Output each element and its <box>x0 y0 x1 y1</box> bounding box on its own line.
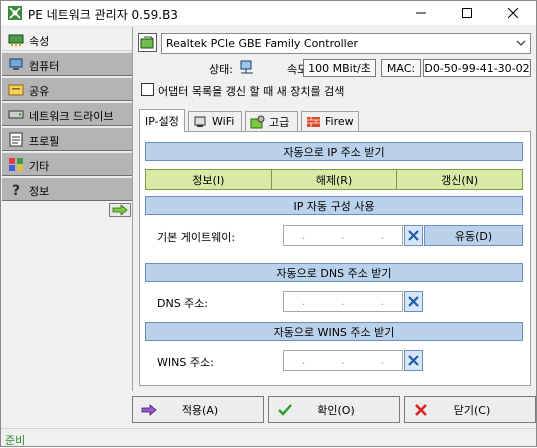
sidebar-arrow-button[interactable] <box>109 203 131 217</box>
sidebar-item-label: 프로필 <box>29 135 60 148</box>
mac-label: MAC: <box>381 59 421 77</box>
sidebar-item-properties[interactable]: 속성 <box>2 27 132 51</box>
tab-ip-settings[interactable]: IP-설정 <box>139 109 185 132</box>
close-button-label: 닫기(C) <box>453 403 491 417</box>
sidebar-item-label: 정보 <box>29 185 50 198</box>
clear-icon <box>408 355 419 366</box>
network-card-icon <box>8 34 24 46</box>
sidebar-item-profile[interactable]: 프로필 <box>2 127 132 151</box>
wifi-adapter-icon <box>194 116 206 127</box>
sidebar-item-info[interactable]: ? 정보 <box>2 177 132 201</box>
maximize-icon <box>462 8 472 18</box>
tab-strip: IP-설정 WiFi 고급 Firew <box>139 109 531 132</box>
minimize-icon <box>416 12 426 14</box>
profile-icon <box>9 132 23 147</box>
apply-button-label: 적용(A) <box>181 403 219 417</box>
tab-wifi[interactable]: WiFi <box>188 111 242 131</box>
clear-dns-button[interactable] <box>404 291 423 312</box>
minimize-button[interactable] <box>398 1 444 25</box>
tab-advanced[interactable]: 고급 <box>245 111 298 131</box>
wins-label: WINS 주소: <box>157 356 214 369</box>
sidebar-item-label: 컴퓨터 <box>29 60 60 73</box>
status-text: 준비 <box>5 434 26 447</box>
network-status-icon <box>240 60 253 74</box>
ok-button-label: 확인(O) <box>317 403 355 417</box>
arrow-right-icon <box>141 403 157 416</box>
mac-value: D0-50-99-41-30-02 <box>423 59 531 77</box>
dns-input[interactable]: ... <box>283 291 403 312</box>
tab-firewall[interactable]: Firew <box>301 111 359 131</box>
app-window: PE 네트워크 관리자 0.59.B3 속성 컴퓨터 공유 네트워크 드라이브 <box>0 0 537 447</box>
dns-label: DNS 주소: <box>157 297 209 310</box>
misc-icon <box>9 158 23 171</box>
adapter-select[interactable]: Realtek PCIe GBE Family Controller <box>161 33 531 54</box>
close-window-button[interactable] <box>490 1 536 25</box>
sidebar-item-share[interactable]: 공유 <box>2 77 132 101</box>
window-title: PE 네트워크 관리자 0.59.B3 <box>28 8 178 22</box>
dynamic-button[interactable]: 유동(D) <box>424 225 523 246</box>
clear-icon <box>408 296 419 307</box>
info-button[interactable]: 정보(I) <box>146 170 272 189</box>
maximize-button[interactable] <box>444 1 490 25</box>
refresh-checkbox[interactable] <box>141 83 154 96</box>
close-icon <box>508 8 518 18</box>
ok-button[interactable]: 확인(O) <box>268 396 400 423</box>
adapter-select-value: Realtek PCIe GBE Family Controller <box>166 37 359 50</box>
tab-label: WiFi <box>212 115 235 128</box>
speed-value: 100 MBit/초 <box>303 59 376 77</box>
gateway-label: 기본 게이트웨이: <box>157 231 236 244</box>
close-icon <box>415 403 427 416</box>
tab-label: Firew <box>325 115 354 128</box>
close-button[interactable]: 닫기(C) <box>404 396 536 423</box>
svg-text:?: ? <box>12 183 20 197</box>
tab-label: 고급 <box>269 115 290 129</box>
auto-config-toggle[interactable]: IP 자동 구성 사용 <box>145 196 523 215</box>
refresh-checkbox-label: 어댑터 목록을 갱신 할 때 새 장치를 검색 <box>158 85 345 98</box>
sidebar-item-misc[interactable]: 기타 <box>2 152 132 176</box>
renew-button[interactable]: 갱신(N) <box>397 170 522 189</box>
sidebar: 속성 컴퓨터 공유 네트워크 드라이브 프로필 기타 ? 정보 <box>2 27 132 201</box>
ip-action-row: 정보(I) 해제(R) 갱신(N) <box>145 169 523 190</box>
app-icon <box>8 6 22 20</box>
sidebar-item-label: 기타 <box>29 160 50 173</box>
checkmark-icon <box>278 403 292 416</box>
sidebar-item-network-drive[interactable]: 네트워크 드라이브 <box>2 102 132 126</box>
advanced-settings-icon <box>250 115 265 128</box>
network-drive-icon <box>8 110 24 119</box>
auto-wins-toggle[interactable]: 자동으로 WINS 주소 받기 <box>145 322 523 341</box>
ip-settings-panel: 자동으로 IP 주소 받기 정보(I) 해제(R) 갱신(N) IP 자동 구성… <box>139 131 531 386</box>
auto-ip-toggle[interactable]: 자동으로 IP 주소 받기 <box>145 142 523 161</box>
share-icon <box>8 84 24 96</box>
release-button[interactable]: 해제(R) <box>272 170 398 189</box>
title-bar: PE 네트워크 관리자 0.59.B3 <box>1 1 536 25</box>
sidebar-item-computer[interactable]: 컴퓨터 <box>2 52 132 76</box>
auto-dns-toggle[interactable]: 자동으로 DNS 주소 받기 <box>145 263 523 282</box>
computer-icon <box>9 58 23 70</box>
main-panel: Realtek PCIe GBE Family Controller 상태: 속… <box>132 27 536 391</box>
apply-button[interactable]: 적용(A) <box>132 396 264 423</box>
adapter-refresh-button[interactable] <box>138 33 157 52</box>
gateway-input[interactable]: ... <box>283 225 403 246</box>
sidebar-item-label: 네트워크 드라이브 <box>29 110 114 123</box>
status-bar: 준비 <box>1 428 536 447</box>
sidebar-item-label: 공유 <box>29 85 50 98</box>
firewall-icon <box>307 116 320 127</box>
sidebar-item-label: 속성 <box>29 35 50 48</box>
clear-wins-button[interactable] <box>404 350 423 371</box>
adapter-icon <box>140 36 154 49</box>
info-icon: ? <box>12 183 20 197</box>
wins-input[interactable]: ... <box>283 350 403 371</box>
tab-label: IP-설정 <box>145 115 179 128</box>
clear-gateway-button[interactable] <box>404 225 423 246</box>
arrow-right-icon <box>112 205 128 215</box>
chevron-down-icon <box>516 40 526 46</box>
clear-icon <box>408 230 419 241</box>
status-label: 상태: <box>209 63 233 76</box>
